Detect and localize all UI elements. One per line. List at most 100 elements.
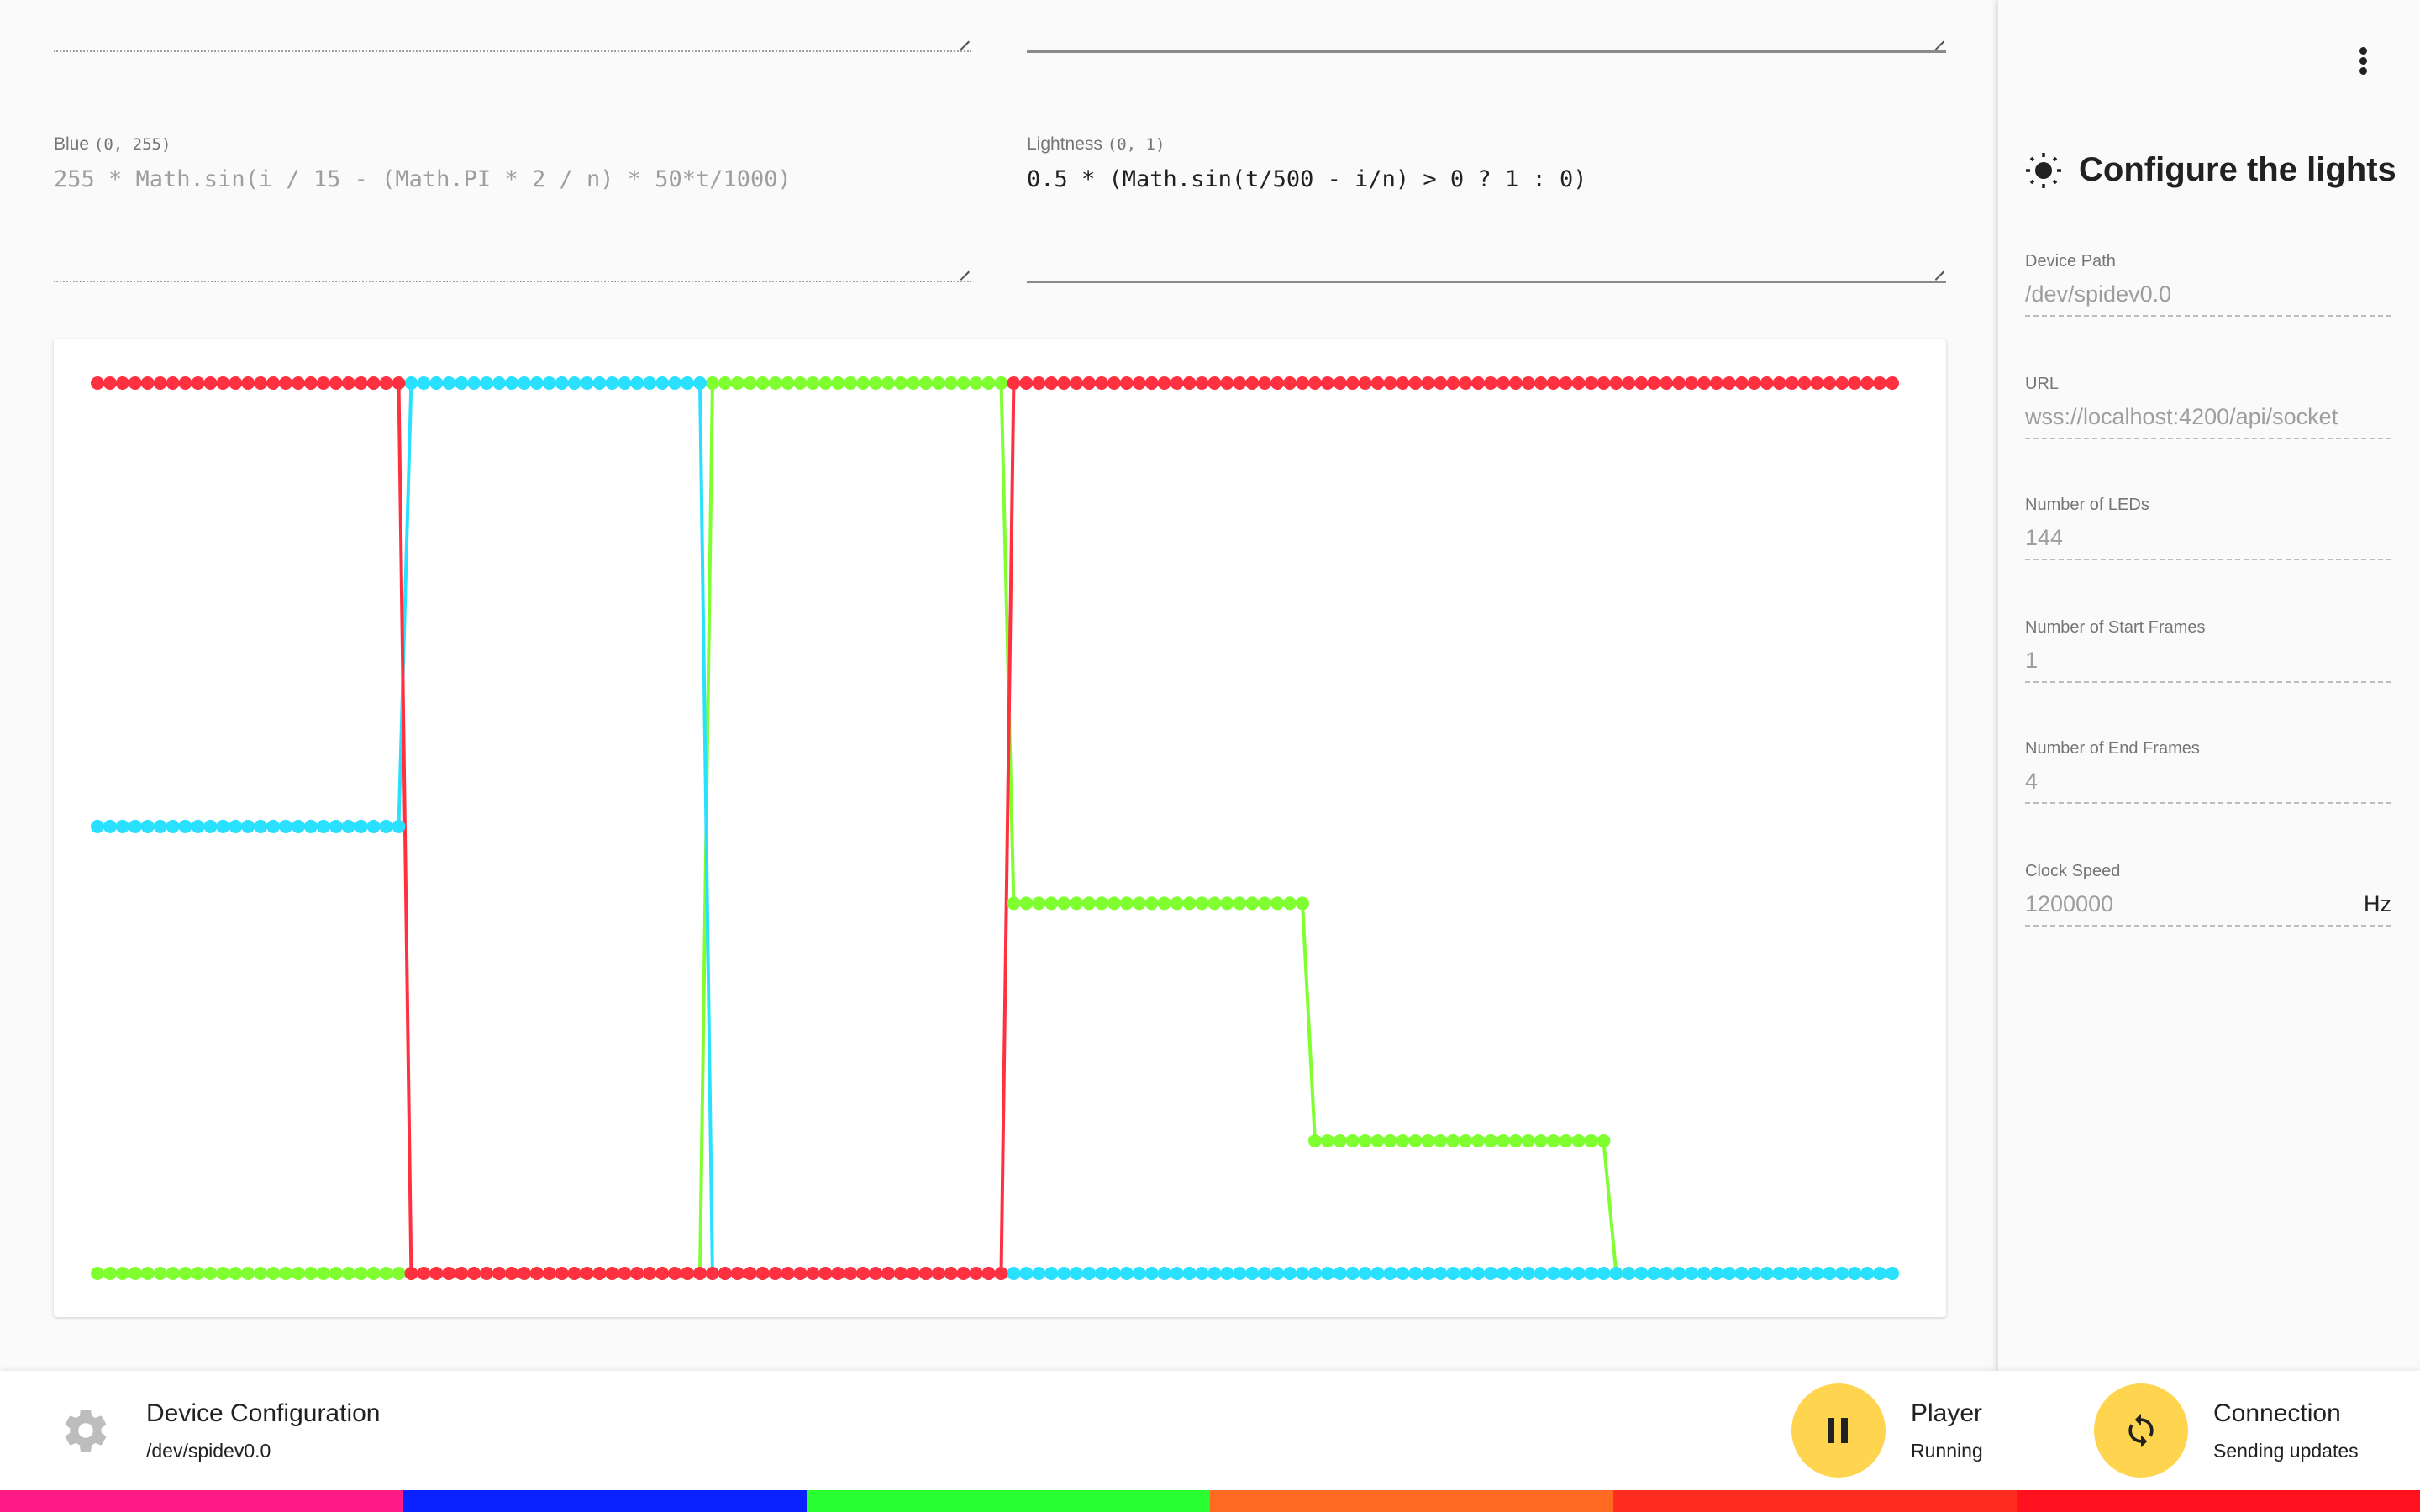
- data-point-blue: [1057, 1267, 1071, 1280]
- number-of-leds-field[interactable]: Number of LEDs 144: [2025, 496, 2391, 560]
- end-frames-input[interactable]: 4: [2025, 769, 2391, 799]
- data-point-red: [1119, 376, 1134, 390]
- data-point-green: [379, 1267, 393, 1280]
- data-point-red: [1408, 376, 1423, 390]
- data-point-green: [166, 1267, 180, 1280]
- settings-icon: [65, 1410, 107, 1452]
- data-point-red: [1609, 376, 1623, 390]
- data-point-blue: [1697, 1267, 1711, 1280]
- data-point-blue: [1709, 1267, 1723, 1280]
- device-configuration-subtitle: /dev/spidev0.0: [146, 1439, 271, 1462]
- blue-formula-input[interactable]: 255 * Math.sin(i / 15 - (Math.PI * 2 / n…: [54, 166, 971, 192]
- blue-label: Blue: [54, 134, 90, 154]
- data-point-blue: [279, 819, 293, 833]
- data-point-red: [692, 1267, 707, 1280]
- resize-handle-icon[interactable]: [1933, 30, 1946, 44]
- data-point-red: [1584, 376, 1598, 390]
- lightness-formula-field[interactable]: Lightness (0, 1) 0.5 * (Math.sin(t/500 -…: [1027, 134, 1946, 283]
- data-point-green: [1484, 1134, 1498, 1148]
- data-point-blue: [1233, 1267, 1247, 1280]
- start-frames-input[interactable]: 1: [2025, 648, 2391, 678]
- data-point-blue: [341, 819, 355, 833]
- data-point-green: [1358, 1134, 1372, 1148]
- lightness-formula-input[interactable]: 0.5 * (Math.sin(t/500 - i/n) > 0 ? 1 : 0…: [1027, 166, 1946, 192]
- number-of-leds-input[interactable]: 144: [2025, 525, 2391, 555]
- data-point-red: [981, 1267, 996, 1280]
- data-point-blue: [668, 376, 682, 390]
- data-point-red: [668, 1267, 682, 1280]
- data-point-blue: [630, 376, 644, 390]
- clock-speed-input[interactable]: 1200000 Hz: [2025, 891, 2391, 921]
- data-point-blue: [1772, 1267, 1786, 1280]
- data-point-red: [429, 1267, 444, 1280]
- data-point-red: [1860, 376, 1875, 390]
- sync-button[interactable]: [2094, 1383, 2188, 1478]
- data-point-blue: [1245, 1267, 1260, 1280]
- url-field[interactable]: URL wss://localhost:4200/api/socket: [2025, 375, 2391, 439]
- data-point-red: [1007, 376, 1021, 390]
- data-point-blue: [580, 376, 594, 390]
- data-point-red: [529, 1267, 544, 1280]
- data-point-green: [254, 1267, 268, 1280]
- data-point-green: [1019, 896, 1034, 911]
- resize-handle-icon[interactable]: [1933, 260, 1946, 274]
- data-point-red: [1270, 376, 1285, 390]
- end-frames-field[interactable]: Number of End Frames 4: [2025, 739, 2391, 804]
- data-point-blue: [655, 376, 670, 390]
- data-point-green: [705, 376, 719, 390]
- device-path-input[interactable]: /dev/spidev0.0: [2025, 281, 2391, 312]
- data-point-blue: [203, 819, 218, 833]
- data-point-red: [768, 1267, 782, 1280]
- data-point-blue: [1747, 1267, 1761, 1280]
- connection-status: Sending updates: [2213, 1439, 2359, 1462]
- device-configuration-item[interactable]: Device Configuration /dev/spidev0.0: [60, 1371, 380, 1490]
- data-point-blue: [1007, 1267, 1021, 1280]
- data-point-blue: [1734, 1267, 1749, 1280]
- data-point-blue: [404, 376, 418, 390]
- data-point-blue: [254, 819, 268, 833]
- data-point-green: [115, 1267, 129, 1280]
- data-point-red: [266, 376, 281, 390]
- data-point-red: [831, 1267, 845, 1280]
- data-point-red: [517, 1267, 531, 1280]
- brightness-icon: [2026, 152, 2061, 188]
- data-point-blue: [191, 819, 205, 833]
- data-point-green: [806, 376, 820, 390]
- data-point-blue: [542, 376, 556, 390]
- data-point-blue: [140, 819, 155, 833]
- url-input[interactable]: wss://localhost:4200/api/socket: [2025, 404, 2391, 434]
- start-frames-field[interactable]: Number of Start Frames 1: [2025, 618, 2391, 683]
- device-path-field[interactable]: Device Path /dev/spidev0.0: [2025, 252, 2391, 317]
- data-point-green: [893, 376, 908, 390]
- top-right-field[interactable]: [1027, 0, 1946, 54]
- resize-handle-icon[interactable]: [958, 260, 971, 274]
- data-point-blue: [1672, 1267, 1686, 1280]
- data-point-blue: [1434, 1267, 1448, 1280]
- data-point-red: [1396, 376, 1410, 390]
- top-left-field[interactable]: [54, 0, 971, 54]
- data-point-blue: [442, 376, 456, 390]
- data-point-green: [329, 1267, 343, 1280]
- data-point-red: [705, 1267, 719, 1280]
- data-point-green: [1496, 1134, 1510, 1148]
- data-point-red: [1785, 376, 1799, 390]
- data-point-red: [1459, 376, 1473, 390]
- data-point-green: [1157, 896, 1171, 911]
- data-point-blue: [379, 819, 393, 833]
- data-point-green: [1546, 1134, 1560, 1148]
- pause-button[interactable]: [1791, 1383, 1886, 1478]
- blue-formula-field[interactable]: Blue (0, 255) 255 * Math.sin(i / 15 - (M…: [54, 134, 971, 282]
- data-point-blue: [1521, 1267, 1535, 1280]
- data-point-blue: [1823, 1267, 1837, 1280]
- resize-handle-icon[interactable]: [958, 30, 971, 44]
- data-point-green: [354, 1267, 368, 1280]
- data-point-blue: [1157, 1267, 1171, 1280]
- data-point-red: [1622, 376, 1636, 390]
- more-vert-icon[interactable]: [2354, 47, 2371, 77]
- data-point-green: [944, 376, 958, 390]
- data-point-red: [480, 1267, 494, 1280]
- data-point-red: [1157, 376, 1171, 390]
- data-point-red: [1182, 376, 1197, 390]
- data-point-red: [856, 1267, 871, 1280]
- clock-speed-field[interactable]: Clock Speed 1200000 Hz: [2025, 862, 2391, 927]
